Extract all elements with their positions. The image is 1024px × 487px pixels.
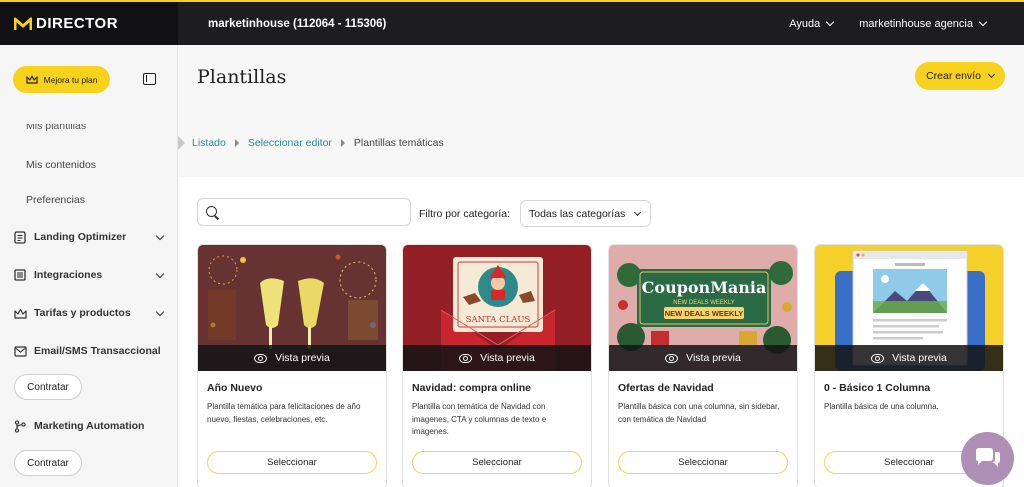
- breadcrumb-separator-icon: [340, 139, 345, 147]
- mail-icon: [13, 344, 27, 358]
- breadcrumb-separator-icon: [234, 139, 239, 147]
- help-menu[interactable]: Ayuda: [789, 17, 835, 30]
- chevron-down-icon: [987, 70, 995, 79]
- list-icon: [13, 268, 27, 282]
- select-template-button[interactable]: Seleccionar: [207, 451, 377, 474]
- category-select[interactable]: Todas las categorías: [520, 200, 651, 227]
- eye-icon: [665, 353, 679, 363]
- breadcrumb-list[interactable]: Listado: [192, 137, 226, 149]
- page-header: Plantillas Crear envío Listado Seleccion…: [178, 45, 1024, 177]
- template-title: Año Nuevo: [207, 382, 263, 394]
- sidebar-item-marketing-automation[interactable]: Marketing Automation: [13, 419, 163, 433]
- preview-button[interactable]: Vista previa: [198, 345, 386, 371]
- sidebar-item-label: Email/SMS Transaccional: [34, 345, 161, 357]
- chevron-down-icon: [155, 307, 165, 316]
- template-title: Ofertas de Navidad: [618, 382, 714, 394]
- preview-label: Vista previa: [275, 352, 330, 364]
- chat-button[interactable]: [961, 432, 1014, 485]
- chevron-down-icon: [155, 231, 165, 240]
- sidebar-toggle-button[interactable]: [139, 69, 159, 89]
- select-template-button[interactable]: Seleccionar: [618, 451, 788, 474]
- category-select-value: Todas las categorías: [529, 207, 626, 220]
- chevron-down-icon: [155, 269, 165, 278]
- chevron-down-icon: [978, 17, 988, 27]
- logo-text: DIRECTOR: [36, 15, 119, 32]
- help-label: Ayuda: [789, 17, 821, 30]
- crown-icon: [25, 75, 38, 84]
- breadcrumb-marker-icon: [178, 136, 185, 150]
- sidebar-item-label: Integraciones: [34, 269, 103, 281]
- eye-icon: [871, 353, 885, 363]
- template-description: Plantilla básica de una columna.: [824, 402, 939, 411]
- crown-icon: [13, 306, 27, 320]
- filter-label: Filtro por categoría:: [419, 208, 511, 220]
- search-box[interactable]: [197, 198, 411, 226]
- breadcrumb: Listado Seleccionar editor Plantillas te…: [178, 136, 444, 150]
- template-description: Plantilla temática para felicitaciones d…: [207, 402, 361, 424]
- sidebar-item-my-templates[interactable]: Mis plantillas: [26, 124, 86, 132]
- select-template-button[interactable]: Seleccionar: [412, 451, 582, 474]
- template-card-christmas-online: SANTA CLAUS Vista previa Navidad: compra…: [402, 244, 592, 487]
- contract-transactional-button[interactable]: Contratar: [14, 374, 82, 400]
- sidebar-item-transactional[interactable]: Email/SMS Transaccional: [13, 344, 163, 358]
- preview-button[interactable]: Vista previa: [815, 345, 1003, 371]
- user-menu[interactable]: marketinhouse agencia: [859, 17, 988, 30]
- sidebar-toggle-icon: [142, 73, 156, 85]
- sidebar-item-label: Marketing Automation: [34, 420, 145, 432]
- chat-icon: [975, 447, 1000, 467]
- flow-icon: [13, 419, 27, 433]
- search-input[interactable]: [225, 206, 405, 218]
- template-thumbnail[interactable]: CouponMania NEW DEALS WEEKLY NEW DEALS W…: [609, 245, 797, 371]
- sidebar-item-preferences[interactable]: Preferencias: [26, 194, 85, 206]
- template-card-christmas-offers: CouponMania NEW DEALS WEEKLY NEW DEALS W…: [608, 244, 798, 487]
- template-thumbnail[interactable]: Vista previa: [198, 245, 386, 371]
- breadcrumb-current: Plantillas temáticas: [353, 137, 444, 149]
- document-icon: [13, 230, 27, 244]
- logo-m-icon: [14, 17, 32, 30]
- sidebar-item-label: Landing Optimizer: [34, 231, 127, 243]
- account-name: marketinhouse (112064 - 115306): [208, 17, 387, 30]
- eye-icon: [459, 353, 473, 363]
- sidebar: Mejora tu plan Mis plantillas Mis conten…: [0, 45, 178, 487]
- template-description: Plantilla con temática de Navidad con im…: [412, 402, 547, 436]
- contract-automation-button[interactable]: Contratar: [14, 450, 82, 476]
- search-icon: [206, 205, 219, 219]
- breadcrumb-select-editor[interactable]: Seleccionar editor: [248, 137, 332, 149]
- coupon-mania-sub-text: NEW DEALS WEEKLY: [673, 300, 735, 306]
- sidebar-item-rates-products[interactable]: Tarifas y productos: [13, 306, 165, 320]
- preview-label: Vista previa: [892, 352, 947, 364]
- template-description: Plantilla básica con una columna, sin si…: [618, 402, 780, 424]
- santa-claus-text: SANTA CLAUS: [466, 315, 531, 325]
- preview-label: Vista previa: [480, 352, 535, 364]
- preview-label: Vista previa: [686, 352, 741, 364]
- preview-button[interactable]: Vista previa: [403, 345, 591, 371]
- chevron-down-icon: [634, 208, 642, 216]
- template-thumbnail[interactable]: Vista previa: [815, 245, 1003, 371]
- upgrade-plan-label: Mejora tu plan: [43, 74, 98, 85]
- sidebar-item-landing-optimizer[interactable]: Landing Optimizer: [13, 230, 165, 244]
- sidebar-item-my-contents[interactable]: Mis contenidos: [26, 159, 96, 171]
- upgrade-plan-button[interactable]: Mejora tu plan: [13, 66, 110, 93]
- user-label: marketinhouse agencia: [859, 17, 973, 30]
- preview-button[interactable]: Vista previa: [609, 345, 797, 371]
- create-send-label: Crear envío: [926, 70, 981, 82]
- template-thumbnail[interactable]: SANTA CLAUS Vista previa: [403, 245, 591, 371]
- logo[interactable]: DIRECTOR: [0, 2, 178, 45]
- create-send-button[interactable]: Crear envío: [915, 62, 1005, 90]
- coupon-mania-title-text: CouponMania: [642, 278, 767, 297]
- template-card-new-year: Vista previa Año Nuevo Plantilla temátic…: [197, 244, 387, 487]
- coupon-mania-banner-text: NEW DEALS WEEKLY: [665, 309, 743, 318]
- top-bar: DIRECTOR marketinhouse (112064 - 115306)…: [0, 0, 1024, 45]
- template-title: Navidad: compra online: [412, 382, 532, 394]
- eye-icon: [254, 353, 268, 363]
- sidebar-item-integrations[interactable]: Integraciones: [13, 268, 165, 282]
- sidebar-item-label: Tarifas y productos: [34, 307, 131, 319]
- template-title: 0 - Básico 1 Columna: [824, 382, 931, 394]
- page-title: Plantillas: [197, 66, 287, 88]
- chevron-down-icon: [826, 17, 835, 27]
